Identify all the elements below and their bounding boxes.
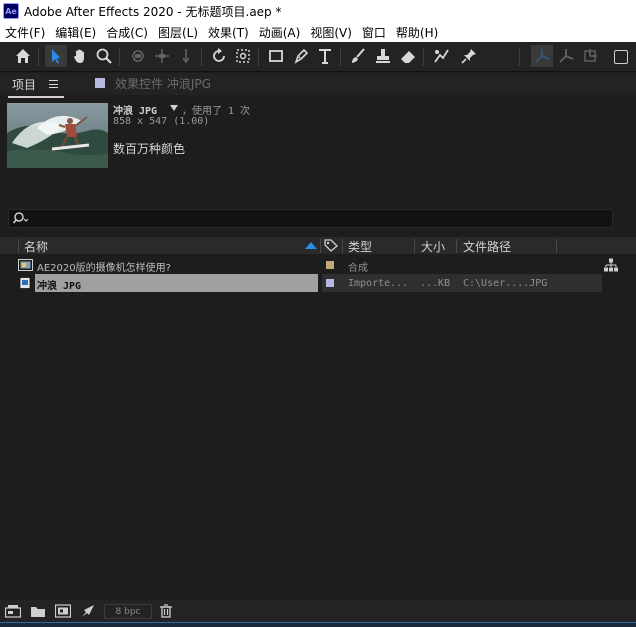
tab-effect-controls[interactable]: 效果控件 冲浪JPG — [115, 75, 211, 92]
project-list-header — [0, 237, 636, 254]
tools-toolbar — [0, 42, 636, 72]
preview-dimensions: 858 x 547 (1.00) — [113, 116, 210, 127]
label-color-swatch[interactable] — [326, 279, 334, 287]
composition-icon — [18, 259, 33, 271]
rotation-tool-icon[interactable] — [208, 45, 230, 67]
type-tool-icon[interactable] — [314, 45, 336, 67]
rectangle-tool-icon[interactable] — [265, 45, 287, 67]
column-type-header[interactable]: 类型 — [348, 238, 372, 255]
home-icon[interactable] — [12, 45, 34, 67]
preview-usage: ，使用了 1 次 — [182, 106, 251, 117]
sort-ascending-icon[interactable] — [305, 242, 317, 249]
pen-tool-icon[interactable] — [290, 45, 312, 67]
panel-menu-icon[interactable] — [49, 80, 58, 88]
label-color-swatch[interactable] — [326, 261, 334, 269]
search-icon — [13, 212, 29, 224]
interpret-footage-icon[interactable] — [5, 604, 21, 618]
selection-tool-icon[interactable] — [45, 45, 67, 67]
preview-color-depth: 数百万种颜色 — [113, 142, 186, 156]
column-size-header[interactable]: 大小 — [421, 238, 445, 255]
item-type: 合成 — [348, 263, 368, 274]
orbit-camera-icon[interactable] — [127, 45, 149, 67]
after-effects-window: Ae Adobe After Effects 2020 - 无标题项目.aep … — [0, 0, 636, 627]
title-bar: Ae Adobe After Effects 2020 - 无标题项目.aep … — [0, 0, 636, 22]
view-axis-icon[interactable] — [579, 45, 601, 67]
new-composition-icon[interactable] — [55, 604, 71, 618]
new-folder-icon[interactable] — [30, 604, 46, 618]
active-tab-indicator — [8, 96, 64, 98]
project-item-row[interactable]: AE2020版的摄像机怎样使用? 合成 — [0, 256, 636, 274]
anchor-point-tool-icon[interactable] — [232, 45, 254, 67]
pan-camera-icon[interactable] — [151, 45, 173, 67]
tab-project[interactable]: 项目 — [12, 76, 36, 93]
menu-layer[interactable]: 图层(L) — [153, 24, 203, 41]
menu-composition[interactable]: 合成(C) — [101, 24, 153, 41]
menu-animation[interactable]: 动画(A) — [254, 24, 306, 41]
local-axis-icon[interactable] — [531, 45, 553, 67]
project-search-input[interactable] — [8, 209, 613, 228]
hand-tool-icon[interactable] — [69, 45, 91, 67]
panel-bottom-edge — [0, 622, 636, 627]
menu-edit[interactable]: 编辑(E) — [50, 24, 101, 41]
dolly-camera-icon[interactable] — [175, 45, 197, 67]
item-size: ...KB — [420, 278, 451, 289]
menu-window[interactable]: 窗口 — [357, 24, 391, 41]
menu-help[interactable]: 帮助(H) — [391, 24, 443, 41]
app-icon: Ae — [3, 3, 19, 19]
used-in-dropdown-icon[interactable] — [170, 105, 178, 111]
menu-view[interactable]: 视图(V) — [305, 24, 357, 41]
item-path: C:\User....JPG — [463, 278, 548, 289]
footage-file-icon — [19, 277, 31, 289]
puppet-pin-tool-icon[interactable] — [458, 45, 480, 67]
item-type: Importe... — [348, 278, 409, 289]
menu-file[interactable]: 文件(F) — [0, 24, 50, 41]
footage-thumbnail — [7, 103, 108, 168]
label-tag-icon[interactable] — [324, 239, 338, 252]
brush-tool-icon[interactable] — [347, 45, 369, 67]
menu-effect[interactable]: 效果(T) — [203, 24, 254, 41]
flowchart-icon[interactable] — [604, 258, 618, 272]
project-settings-icon[interactable] — [80, 604, 96, 618]
preview-footage-name: 冲浪 JPG — [113, 106, 158, 117]
item-name: AE2020版的摄像机怎样使用? — [37, 263, 171, 274]
trash-icon[interactable] — [158, 604, 174, 618]
world-axis-icon[interactable] — [555, 45, 577, 67]
snapping-checkbox[interactable] — [614, 50, 628, 64]
column-name-header[interactable]: 名称 — [24, 238, 48, 255]
window-title: Adobe After Effects 2020 - 无标题项目.aep * — [24, 4, 282, 19]
clone-stamp-tool-icon[interactable] — [372, 45, 394, 67]
roto-brush-tool-icon[interactable] — [430, 45, 452, 67]
project-item-row-selected[interactable]: 冲浪 JPG Importe... ...KB C:\User....JPG — [0, 274, 636, 292]
effects-tab-label-swatch — [95, 78, 105, 88]
eraser-tool-icon[interactable] — [397, 45, 419, 67]
column-path-header[interactable]: 文件路径 — [463, 238, 511, 255]
item-name: 冲浪 JPG — [37, 281, 82, 292]
menu-bar: 文件(F) 编辑(E) 合成(C) 图层(L) 效果(T) 动画(A) 视图(V… — [0, 22, 636, 42]
zoom-tool-icon[interactable] — [93, 45, 115, 67]
color-depth-button[interactable]: 8 bpc — [104, 604, 152, 619]
